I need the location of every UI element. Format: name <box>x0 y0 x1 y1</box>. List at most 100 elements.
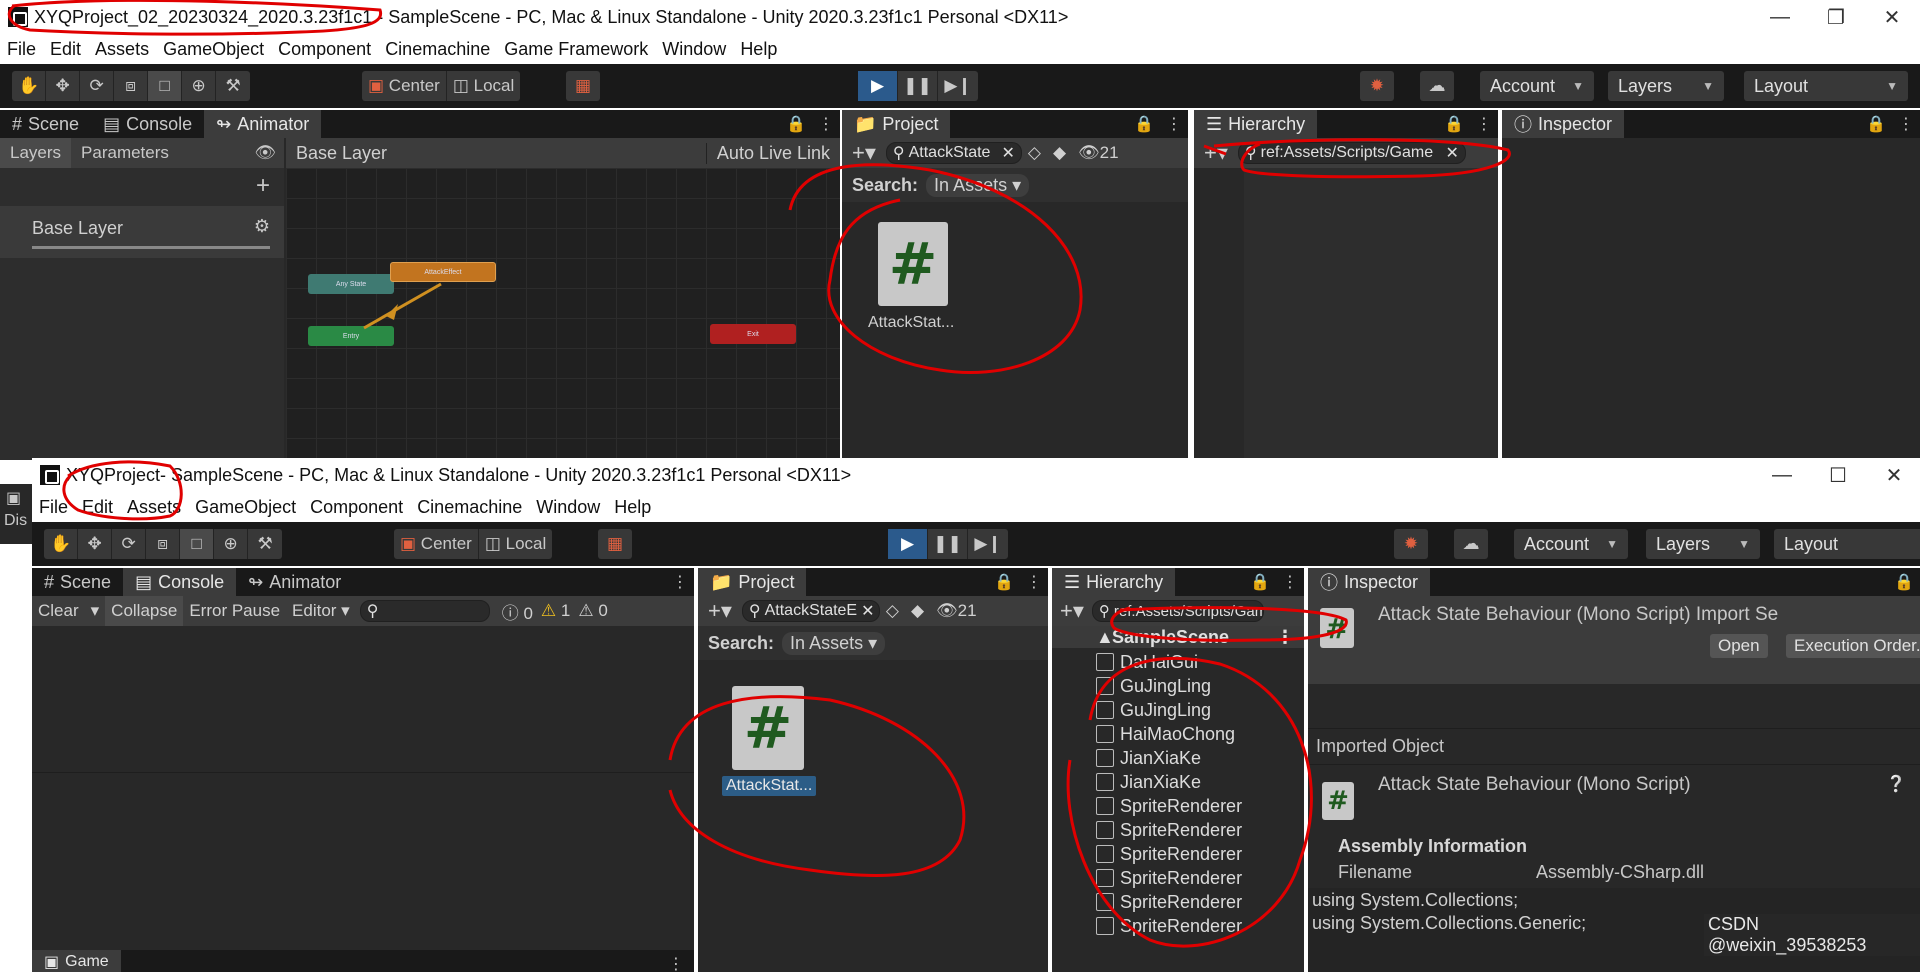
grid-snap-icon[interactable]: ▦ <box>566 71 600 101</box>
animator-graph[interactable]: Any State AttackEffect Entry Exit <box>286 168 840 460</box>
local-toggle[interactable]: ◫ Local <box>447 71 520 101</box>
hierarchy-item[interactable]: SpriteRenderer <box>1096 818 1242 842</box>
center-toggle[interactable]: ▣ Center <box>362 71 447 101</box>
tab-animator[interactable]: ↬ Animator <box>204 110 322 138</box>
menu-component[interactable]: Component <box>303 497 410 518</box>
lock-icon[interactable]: 🔒 <box>1134 114 1154 134</box>
tab-inspector[interactable]: ⓘ Inspector <box>1502 110 1625 138</box>
center-toggle[interactable]: ▣ Center <box>394 529 479 559</box>
info-count-toggle[interactable]: ⓘ 0 <box>498 599 537 624</box>
minimize-button[interactable]: — <box>1752 0 1808 34</box>
hierarchy-item[interactable]: DaHaiGui <box>1096 650 1198 674</box>
csharp-script-icon[interactable]: # <box>732 686 804 770</box>
title-bar[interactable]: XYQProject - SampleScene - PC, Mac & Lin… <box>32 458 1920 492</box>
cloud-icon[interactable]: ☁ <box>1454 529 1488 559</box>
layout-dropdown[interactable]: Layout <box>1774 529 1920 559</box>
menu-gameobject[interactable]: GameObject <box>188 497 303 518</box>
rect-tool-icon[interactable]: □ <box>148 71 183 101</box>
tab-hierarchy[interactable]: ☰ Hierarchy <box>1194 110 1318 138</box>
local-toggle[interactable]: ◫ Local <box>479 529 552 559</box>
layers-dropdown[interactable]: Layers ▼ <box>1608 71 1724 101</box>
close-button[interactable]: ✕ <box>1866 458 1920 492</box>
rotate-tool-icon[interactable]: ⟳ <box>112 529 147 559</box>
more-icon[interactable]: ⋮ <box>1898 114 1914 134</box>
menu-cinemachine[interactable]: Cinemachine <box>410 497 529 518</box>
menu-assets[interactable]: Assets <box>120 497 188 518</box>
rect-tool-icon[interactable]: □ <box>180 529 215 559</box>
menu-window[interactable]: Window <box>655 39 733 60</box>
more-icon[interactable]: ⋮ <box>818 114 834 134</box>
hierarchy-item[interactable]: SpriteRenderer <box>1096 842 1242 866</box>
tab-hierarchy[interactable]: ☰ Hierarchy <box>1052 568 1176 596</box>
tab-inspector[interactable]: ⓘ Inspector <box>1308 568 1431 596</box>
clear-button[interactable]: Clear <box>32 601 85 621</box>
hierarchy-item[interactable]: SpriteRenderer <box>1096 890 1242 914</box>
lock-icon[interactable]: 🔒 <box>1894 572 1914 592</box>
step-button[interactable]: ▶❙ <box>938 71 978 101</box>
tab-game[interactable]: ▣ Game <box>32 950 121 972</box>
play-button[interactable]: ▶ <box>858 71 898 101</box>
in-assets-toggle[interactable]: In Assets ▾ <box>926 173 1030 197</box>
hidden-packages-icon[interactable]: 👁 <box>1072 143 1100 163</box>
menu-assets[interactable]: Assets <box>88 39 156 60</box>
menu-file[interactable]: File <box>0 39 43 60</box>
base-layer-item[interactable]: Base Layer ⚙ <box>0 206 284 258</box>
lock-icon[interactable]: 🔒 <box>994 572 1014 592</box>
grid-snap-icon[interactable]: ▦ <box>598 529 632 559</box>
scene-header[interactable]: ▲ SampleScene ⋮ <box>1052 626 1304 648</box>
hand-tool-icon[interactable]: ✋ <box>44 529 79 559</box>
tab-console[interactable]: ▤ Console <box>91 110 204 138</box>
project-search-input[interactable]: ⚲ AttackState ✕ <box>885 142 1022 164</box>
lock-icon[interactable]: 🔒 <box>1444 114 1464 134</box>
menu-file[interactable]: File <box>32 497 75 518</box>
account-dropdown[interactable]: Account ▼ <box>1480 71 1594 101</box>
maximize-button[interactable]: ☐ <box>1810 458 1866 492</box>
more-icon[interactable]: ⋮ <box>1282 572 1298 592</box>
hierarchy-item[interactable]: HaiMaoChong <box>1096 722 1235 746</box>
more-icon[interactable]: ⋮ <box>1276 627 1304 648</box>
hand-tool-icon[interactable]: ✋ <box>12 71 47 101</box>
asset-name-selected[interactable]: AttackStat... <box>722 776 817 796</box>
create-plus-icon[interactable]: +▾ <box>698 598 742 624</box>
execution-order-button[interactable]: Execution Order... <box>1786 634 1920 658</box>
error-count-toggle[interactable]: ⚠ 0 <box>574 601 611 621</box>
label-icon[interactable]: ◆ <box>1047 143 1072 163</box>
tab-project[interactable]: 📁 Project <box>842 110 951 138</box>
in-assets-toggle[interactable]: In Assets ▾ <box>782 631 886 655</box>
menu-edit[interactable]: Edit <box>43 39 88 60</box>
tab-scene[interactable]: # Scene <box>32 568 123 596</box>
filter-type-icon[interactable]: ◇ <box>1022 143 1047 163</box>
breadcrumb[interactable]: Base Layer <box>286 143 397 164</box>
hierarchy-item[interactable]: JianXiaKe <box>1096 746 1201 770</box>
menu-window[interactable]: Window <box>529 497 607 518</box>
more-icon[interactable]: ⋮ <box>1476 114 1492 134</box>
close-button[interactable]: ✕ <box>1864 0 1920 34</box>
create-plus-icon[interactable]: +▾ <box>842 140 886 166</box>
hidden-packages-icon[interactable]: 👁 <box>930 601 958 621</box>
lock-icon[interactable]: 🔒 <box>1250 572 1270 592</box>
hierarchy-item[interactable]: SpriteRenderer <box>1096 914 1242 938</box>
hierarchy-item[interactable]: JianXiaKe <box>1096 770 1201 794</box>
menu-cinemachine[interactable]: Cinemachine <box>378 39 497 60</box>
tab-scene[interactable]: # Scene <box>0 110 91 138</box>
move-tool-icon[interactable]: ✥ <box>78 529 113 559</box>
collapse-toggle[interactable]: Collapse <box>105 596 184 626</box>
collab-icon[interactable]: ✹ <box>1394 529 1428 559</box>
create-plus-icon[interactable]: +▾ <box>1194 140 1238 166</box>
menu-component[interactable]: Component <box>271 39 378 60</box>
scale-tool-icon[interactable]: ⧈ <box>114 71 149 101</box>
menu-edit[interactable]: Edit <box>75 497 120 518</box>
more-icon[interactable]: ⋮ <box>1166 114 1182 134</box>
menu-help[interactable]: Help <box>607 497 658 518</box>
open-button[interactable]: Open <box>1710 634 1768 658</box>
eye-icon[interactable]: 👁 <box>254 143 284 163</box>
clear-search-icon[interactable]: ✕ <box>1445 143 1458 163</box>
menu-help[interactable]: Help <box>733 39 784 60</box>
cloud-icon[interactable]: ☁ <box>1420 71 1454 101</box>
editor-dropdown[interactable]: Editor ▾ <box>286 601 356 621</box>
pause-button[interactable]: ❚❚ <box>898 71 938 101</box>
hierarchy-item[interactable]: GuJingLing <box>1096 698 1211 722</box>
project-search-input[interactable]: ⚲ AttackStateE ✕ <box>741 600 880 622</box>
restore-button[interactable]: ❐ <box>1808 0 1864 34</box>
hierarchy-search-input[interactable]: ⚲ref:Assets/Scripts/Game✕ <box>1091 600 1264 622</box>
